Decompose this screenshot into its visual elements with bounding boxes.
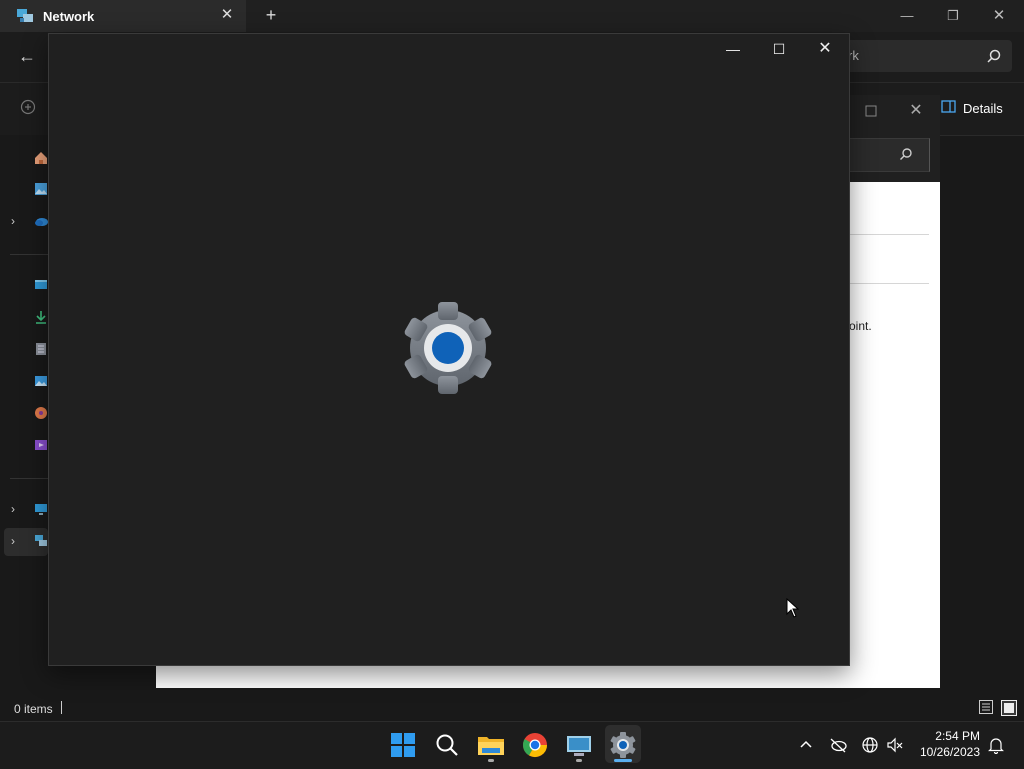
status-divider — [61, 701, 62, 714]
this-pc-icon[interactable] — [34, 502, 48, 516]
new-plus-icon[interactable] — [20, 99, 36, 115]
chevron-up-icon[interactable] — [797, 736, 815, 754]
network-icon — [17, 9, 33, 22]
videos-icon[interactable] — [34, 438, 48, 452]
onedrive-offline-icon[interactable] — [829, 736, 847, 754]
item-count: 0 items — [14, 702, 53, 716]
search-input[interactable] — [848, 138, 930, 172]
new-tab-button[interactable]: + — [262, 6, 280, 24]
status-bar — [0, 695, 1024, 721]
tab-title: Network — [43, 9, 95, 24]
onedrive-icon[interactable] — [34, 214, 48, 228]
chevron-right-icon[interactable]: › — [11, 215, 23, 227]
file-explorer-icon[interactable] — [474, 728, 508, 762]
sidebar-divider — [10, 478, 48, 479]
network-icon[interactable] — [34, 534, 48, 548]
windows-start-icon[interactable] — [386, 728, 420, 762]
close-button[interactable]: ✕ — [976, 4, 1022, 28]
documents-icon[interactable] — [34, 342, 48, 356]
search-icon[interactable] — [898, 146, 914, 162]
close-button[interactable]: ✕ — [815, 40, 835, 58]
active-app-indicator — [614, 759, 632, 762]
settings-gear-icon — [404, 302, 492, 394]
chevron-right-icon[interactable]: › — [11, 503, 23, 515]
pictures-icon[interactable] — [34, 374, 48, 388]
settings-icon[interactable] — [606, 728, 640, 762]
restore-button[interactable]: ❐ — [930, 4, 976, 28]
clock-date[interactable]: 10/26/2023 — [912, 745, 980, 759]
back-button[interactable]: ← — [14, 45, 40, 67]
chrome-icon[interactable] — [518, 728, 552, 762]
tiles-view-icon[interactable] — [1001, 700, 1017, 716]
minimize-button[interactable]: — — [884, 4, 930, 28]
music-icon[interactable] — [34, 406, 48, 420]
divider — [849, 283, 929, 284]
maximize-button[interactable]: ☐ — [769, 40, 789, 58]
network-control-icon[interactable] — [562, 728, 596, 762]
running-indicator — [576, 759, 582, 762]
desktop-icon[interactable] — [34, 278, 48, 292]
divider — [849, 234, 929, 235]
gallery-icon[interactable] — [34, 182, 48, 196]
details-pane-icon — [941, 100, 956, 113]
clock-time[interactable]: 2:54 PM — [920, 729, 980, 743]
downloads-icon[interactable] — [34, 310, 48, 324]
search-icon[interactable] — [986, 48, 1002, 64]
maximize-icon[interactable] — [864, 104, 878, 118]
volume-muted-icon[interactable] — [886, 736, 904, 754]
close-button[interactable]: ✕ — [906, 102, 926, 120]
partial-text: oint. — [849, 319, 872, 333]
running-indicator — [488, 759, 494, 762]
minimize-button[interactable]: — — [723, 40, 743, 58]
chevron-right-icon[interactable]: › — [11, 535, 23, 547]
tab-network[interactable] — [0, 0, 246, 32]
notification-bell-icon[interactable] — [987, 736, 1005, 754]
search-icon[interactable] — [430, 728, 464, 762]
sidebar-divider — [10, 254, 48, 255]
globe-network-icon[interactable] — [861, 736, 879, 754]
home-icon[interactable] — [34, 151, 48, 165]
details-label: Details — [963, 101, 1003, 116]
mouse-cursor-icon — [786, 598, 800, 618]
details-view-icon[interactable] — [979, 700, 993, 714]
tab-close-icon[interactable]: ✕ — [218, 6, 236, 24]
